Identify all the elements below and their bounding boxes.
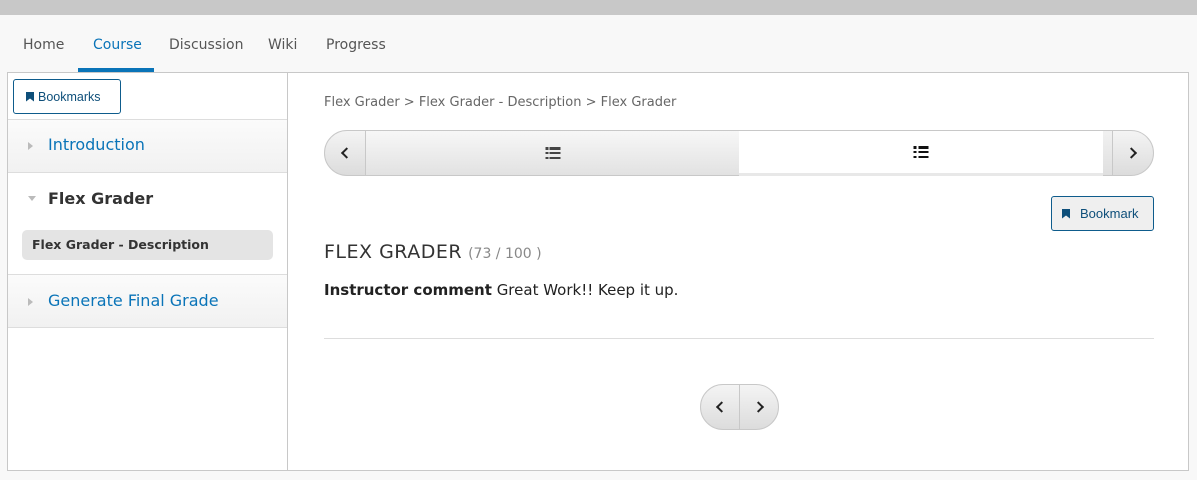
top-bar	[0, 0, 1197, 15]
unit-title: FLEX GRADER	[324, 241, 463, 263]
nav-course[interactable]: Course	[93, 37, 142, 53]
sidebar-section-generate-final-grade[interactable]: Generate Final Grade	[8, 274, 287, 328]
bottom-next-button[interactable]	[740, 385, 778, 429]
sidebar-section-introduction[interactable]: Introduction	[8, 119, 287, 172]
chevron-right-icon	[752, 401, 764, 413]
caret-down-icon	[28, 196, 36, 201]
chevron-left-icon	[715, 401, 728, 413]
caret-right-icon	[28, 142, 33, 150]
bookmark-icon	[26, 91, 34, 102]
bookmark-icon	[1062, 208, 1070, 219]
bottom-prev-button[interactable]	[701, 385, 740, 429]
nav-discussion[interactable]: Discussion	[169, 37, 243, 53]
comment-label: Instructor comment	[324, 281, 492, 299]
sequence-tab-2-active[interactable]	[739, 130, 1103, 176]
comment-text: Great Work!! Keep it up.	[496, 281, 679, 299]
bookmark-label: Bookmark	[1080, 206, 1139, 221]
chevron-right-icon	[1125, 147, 1138, 159]
list-icon	[545, 147, 560, 159]
section-title[interactable]: Flex Grader	[48, 189, 153, 208]
unit-heading: FLEX GRADER (73 / 100 )	[324, 241, 542, 263]
main-content: Flex Grader > Flex Grader - Description …	[289, 73, 1189, 470]
bookmarks-button[interactable]: Bookmarks	[13, 79, 121, 114]
course-sidebar: Bookmarks Introduction Flex Grader Flex …	[8, 73, 288, 470]
instructor-comment: Instructor comment Great Work!! Keep it …	[324, 281, 678, 299]
bookmarks-label: Bookmarks	[38, 89, 101, 104]
section-title[interactable]: Generate Final Grade	[48, 291, 219, 310]
nav-home[interactable]: Home	[23, 37, 64, 53]
breadcrumb: Flex Grader > Flex Grader - Description …	[324, 95, 677, 110]
nav-wiki[interactable]: Wiki	[268, 37, 297, 53]
sequence-next-button[interactable]	[1112, 130, 1154, 176]
course-content: Bookmarks Introduction Flex Grader Flex …	[7, 72, 1189, 471]
sidebar-section-flex-grader: Flex Grader Flex Grader - Description	[8, 172, 287, 274]
bottom-pager	[700, 384, 779, 430]
section-title[interactable]: Introduction	[48, 135, 145, 154]
divider	[324, 338, 1154, 339]
caret-right-icon	[28, 298, 33, 306]
sequence-nav	[324, 130, 1154, 176]
sequence-tab-1[interactable]	[366, 130, 739, 176]
nav-progress[interactable]: Progress	[326, 37, 386, 53]
subsection-flex-grader-description[interactable]: Flex Grader - Description	[22, 230, 273, 260]
bookmark-button[interactable]: Bookmark	[1051, 196, 1154, 231]
score: (73 / 100 )	[468, 246, 542, 262]
list-icon	[913, 146, 929, 158]
course-nav: Home Course Discussion Wiki Progress	[0, 15, 1197, 72]
sequence-prev-button[interactable]	[324, 130, 366, 176]
chevron-left-icon	[340, 147, 353, 159]
